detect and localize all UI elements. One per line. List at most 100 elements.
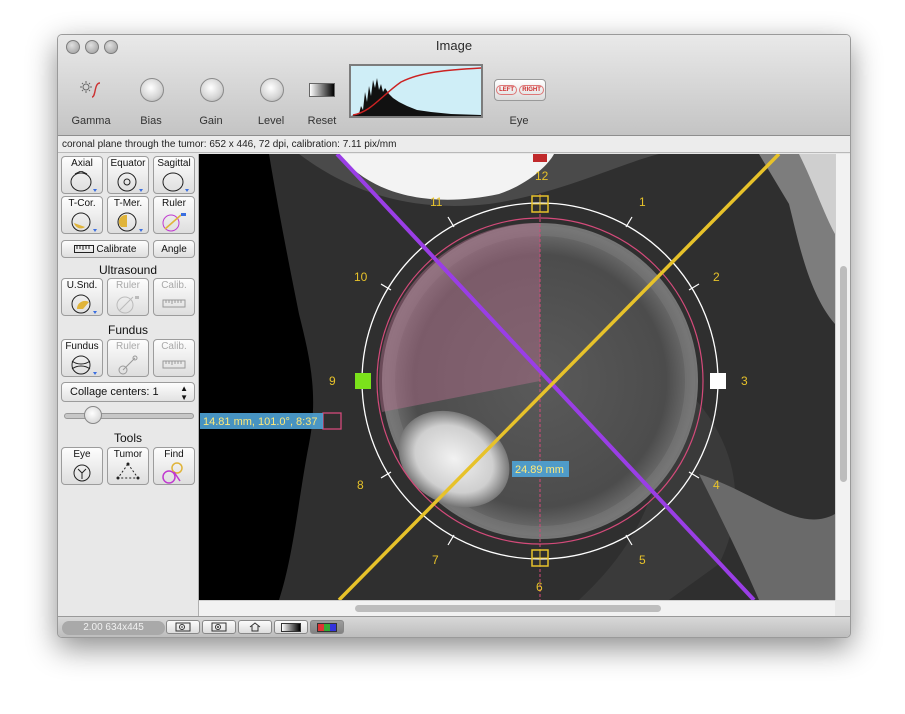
zoom-in-button[interactable]	[202, 620, 236, 634]
eye-tool-label: Eye	[73, 449, 91, 460]
fundus-label: Fundus	[65, 341, 99, 352]
axial-icon	[70, 171, 97, 192]
clock-number-4: 4	[713, 478, 720, 492]
bias-label: Bias	[140, 115, 162, 127]
eye-toggle[interactable]: LEFT RIGHT	[494, 79, 546, 101]
titlebar: Image Gamma Bias Gain Level Reset LEFT R…	[58, 35, 850, 136]
clock-number-6: 6	[536, 580, 543, 594]
ultrasound-icon	[71, 294, 97, 314]
ruler-scale-icon	[73, 245, 94, 254]
gain-label: Gain	[199, 115, 223, 127]
collage-slider-thumb[interactable]	[84, 406, 102, 424]
histogram-chart	[351, 67, 482, 116]
diameter-label: 24.89 mm	[515, 464, 564, 476]
ruler-icon	[116, 296, 139, 314]
vertical-scroll-thumb[interactable]	[840, 266, 847, 482]
clock-number-8: 8	[357, 478, 364, 492]
tool-sidebar: Axial Equator Sagittal T-Cor. T-Mer. Rul…	[58, 154, 199, 616]
fundus-icon	[71, 355, 97, 375]
bias-knob[interactable]	[140, 78, 164, 102]
zoom-out-icon	[175, 622, 191, 632]
gradient-icon	[309, 83, 335, 97]
ruler-label: Ruler	[162, 198, 186, 209]
ultrasound-image-overlay: 12 1 2 3 4 5 6 7 8 9 10 11 14.81 mm, 101…	[199, 154, 835, 600]
tumor-icon	[116, 462, 140, 480]
vertical-scrollbar[interactable]	[835, 154, 850, 600]
sagittal-button[interactable]: Sagittal	[153, 156, 195, 194]
axial-button[interactable]: Axial	[61, 156, 103, 194]
fundus-ruler-button[interactable]: Ruler	[107, 339, 149, 377]
collage-centers-select[interactable]: Collage centers: 1 ▲ ▼	[61, 382, 195, 402]
image-window: Image Gamma Bias Gain Level Reset LEFT R…	[57, 34, 851, 638]
tumor-tool-label: Tumor	[113, 449, 143, 460]
sagittal-label: Sagittal	[157, 158, 191, 169]
histogram-display	[349, 64, 483, 118]
find-icon	[162, 462, 183, 484]
ruler-icon	[162, 213, 186, 232]
calibration-scale-icon	[162, 360, 186, 369]
clock-number-5: 5	[639, 553, 646, 567]
measurement-label: 14.81 mm, 101.0°, 8:37	[203, 416, 317, 428]
ultrasound-calib-button[interactable]: Calib.	[153, 278, 195, 316]
fundus-button[interactable]: Fundus	[61, 339, 103, 377]
color-button[interactable]	[310, 620, 344, 634]
ruler-icon	[118, 355, 138, 375]
grayscale-icon	[281, 622, 301, 632]
fundus-ruler-label: Ruler	[116, 341, 140, 352]
ruler-button[interactable]: Ruler	[153, 196, 195, 234]
tools-heading: Tools	[113, 431, 142, 445]
fundus-heading: Fundus	[107, 323, 149, 337]
zoom-info: 2.00 634x445	[62, 621, 165, 635]
level-knob[interactable]	[260, 78, 284, 102]
t-mer-icon	[117, 212, 143, 232]
home-icon	[249, 622, 261, 632]
equator-label: Equator	[110, 158, 146, 169]
clock-number-2: 2	[713, 270, 720, 284]
clock-number-12: 12	[535, 169, 549, 183]
equator-button[interactable]: Equator	[107, 156, 149, 194]
ultrasound-button[interactable]: U.Snd.	[61, 278, 103, 316]
gamma-control[interactable]	[78, 79, 104, 102]
gamma-icon	[80, 81, 101, 98]
angle-button[interactable]: Angle	[153, 240, 195, 258]
equator-icon	[117, 172, 143, 192]
color-icon	[317, 622, 337, 632]
gain-knob[interactable]	[200, 78, 224, 102]
ultrasound-ruler-label: Ruler	[116, 280, 140, 291]
t-cor-button[interactable]: T-Cor.	[61, 196, 103, 234]
find-tool-button[interactable]: Find	[153, 447, 195, 485]
axial-label: Axial	[71, 158, 93, 169]
image-canvas[interactable]: 12 1 2 3 4 5 6 7 8 9 10 11 14.81 mm, 101…	[199, 154, 835, 600]
eye-tool-button[interactable]: Eye	[61, 447, 103, 485]
clock-number-9: 9	[329, 374, 336, 388]
clock-number-3: 3	[741, 374, 748, 388]
window-title: Image	[435, 38, 473, 53]
fundus-calib-button[interactable]: Calib.	[153, 339, 195, 377]
t-cor-label: T-Cor.	[68, 198, 96, 209]
home-button[interactable]	[238, 620, 272, 634]
eye-icon	[73, 464, 91, 482]
eye-right-label[interactable]: RIGHT	[519, 85, 544, 95]
zoom-in-icon	[211, 622, 227, 632]
ultrasound-heading: Ultrasound	[98, 263, 158, 277]
grayscale-button[interactable]	[274, 620, 308, 634]
calibrate-button[interactable]: Calibrate	[61, 240, 149, 258]
collage-centers-value: Collage centers: 1	[70, 386, 159, 398]
image-info-bar: coronal plane through the tumor: 652 x 4…	[58, 136, 850, 153]
sagittal-icon	[162, 172, 189, 192]
t-cor-icon	[71, 212, 97, 232]
zoom-out-button[interactable]	[166, 620, 200, 634]
ultrasound-label: U.Snd.	[66, 280, 98, 291]
tumor-tool-button[interactable]: Tumor	[107, 447, 149, 485]
clock-number-10: 10	[354, 270, 368, 284]
eye-left-label[interactable]: LEFT	[496, 85, 518, 95]
ultrasound-ruler-button[interactable]: Ruler	[107, 278, 149, 316]
ultrasound-calib-label: Calib.	[161, 280, 187, 291]
gamma-label: Gamma	[71, 115, 111, 127]
reset-button[interactable]	[309, 83, 335, 97]
find-tool-label: Find	[164, 449, 184, 460]
t-mer-button[interactable]: T-Mer.	[107, 196, 149, 234]
calibration-scale-icon	[162, 299, 186, 308]
horizontal-scroll-thumb[interactable]	[355, 605, 661, 612]
horizontal-scrollbar[interactable]	[199, 600, 835, 617]
